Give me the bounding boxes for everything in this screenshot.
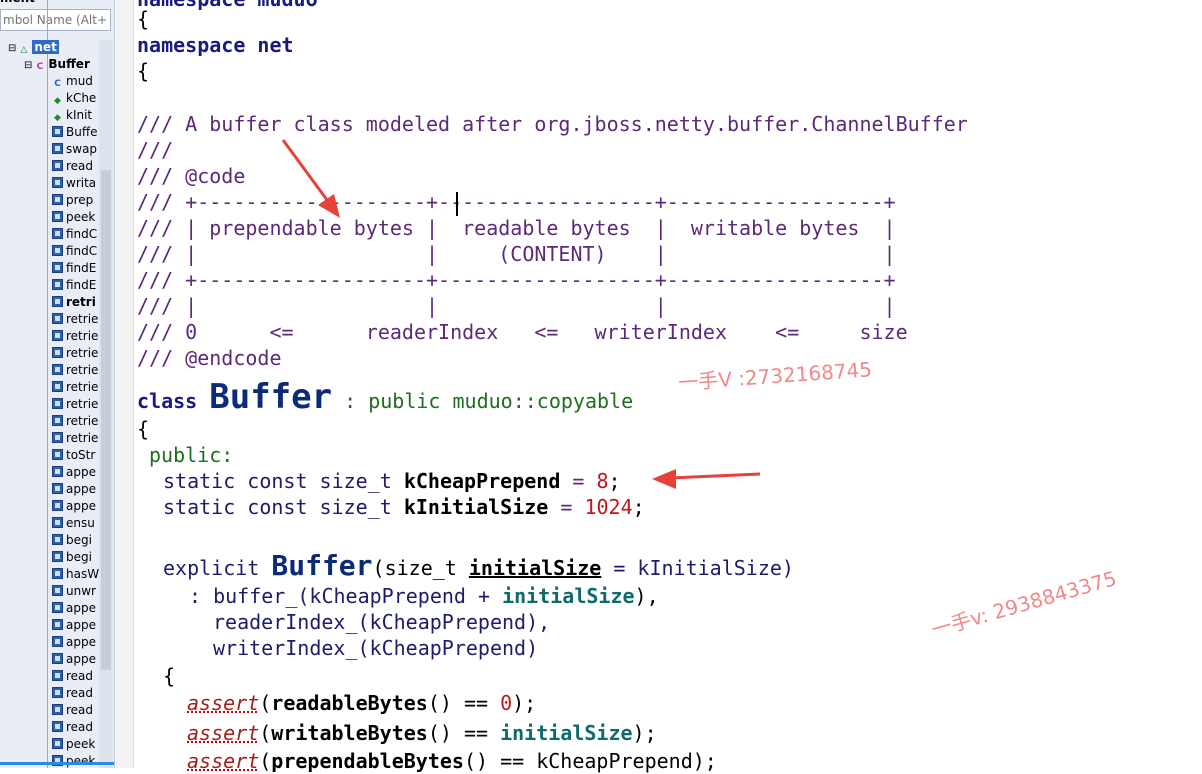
annotation-layer	[281, 139, 761, 489]
arrow-icon-2	[652, 469, 761, 489]
arrow-icon-1	[281, 139, 340, 218]
